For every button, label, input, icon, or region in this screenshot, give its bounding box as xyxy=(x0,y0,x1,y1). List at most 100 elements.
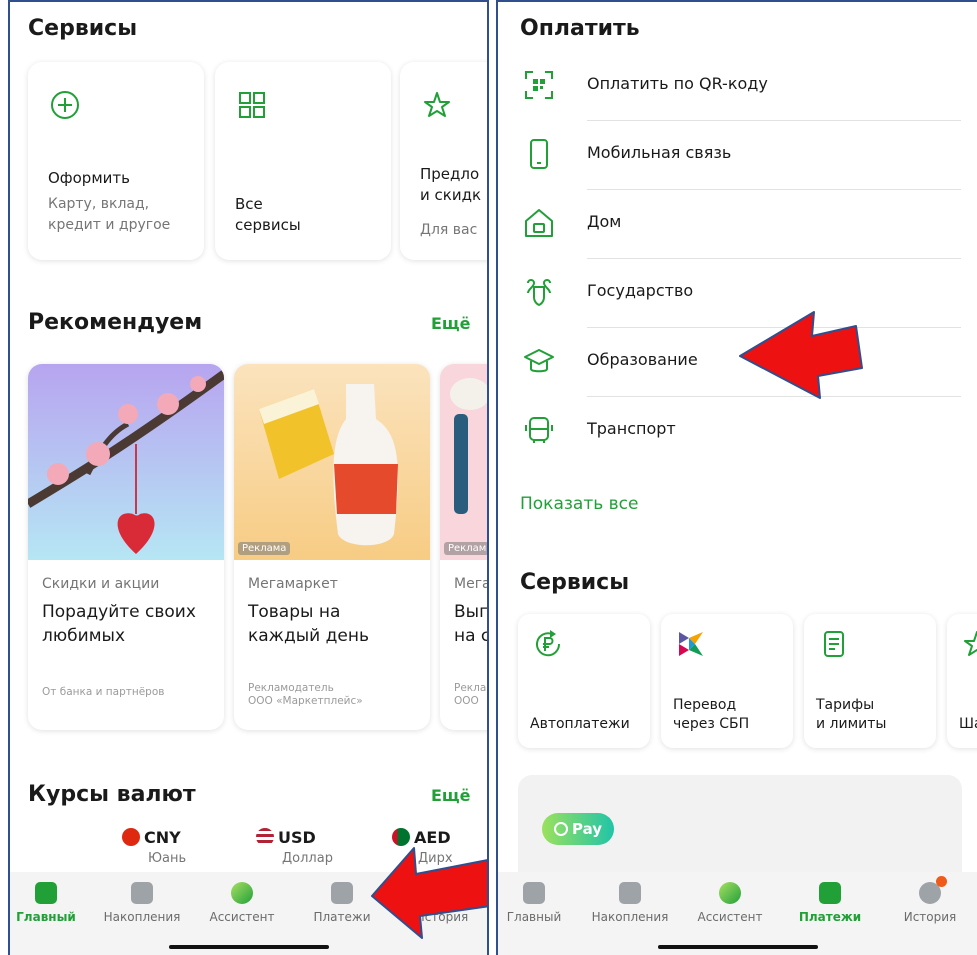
pay-row-home[interactable]: Дом xyxy=(498,190,977,259)
ad-tag: Реклама xyxy=(238,542,291,555)
ad-tag: Реклам xyxy=(444,542,487,555)
recommend-card-category: Мега xyxy=(454,576,489,592)
arrow-transfer-icon xyxy=(331,882,353,904)
recommend-card-category: Скидки и акции xyxy=(42,576,160,592)
service-card-templates[interactable]: Ша xyxy=(947,614,977,748)
recommend-card-title: Выг на с xyxy=(454,602,489,646)
recommend-card-title: Порадуйте своих любимых xyxy=(42,602,196,646)
red-arrow-annotation xyxy=(371,847,487,939)
recommend-card-footer: От банка и партнёров xyxy=(42,686,165,698)
autopay-ruble-icon xyxy=(536,630,561,657)
pay-row-label: Дом xyxy=(587,212,622,231)
nav-assistant[interactable]: Ассистент xyxy=(682,882,778,924)
service-card-apply[interactable]: Оформить Карту, вклад, кредит и другое xyxy=(28,62,204,260)
home-indicator xyxy=(657,945,818,949)
home-icon xyxy=(35,882,57,904)
home-icon xyxy=(523,882,545,904)
pay-row-mobile[interactable]: Мобильная связь xyxy=(498,121,977,190)
pay-row-label: Транспорт xyxy=(587,419,676,438)
arrow-transfer-icon xyxy=(819,882,841,904)
recommend-card-title: Товары на каждый день xyxy=(248,602,369,646)
check-circle-icon xyxy=(553,822,568,836)
pay-row-label: Образование xyxy=(587,350,698,369)
nav-payments[interactable]: Платежи xyxy=(782,882,878,924)
rates-more-link[interactable]: Ещё xyxy=(431,786,470,805)
nav-home[interactable]: Главный xyxy=(10,882,94,924)
service-card-title: Перевод через СБП xyxy=(673,697,750,732)
pay-promo-banner[interactable]: Pay xyxy=(518,775,962,885)
pay-pill-label: Pay xyxy=(571,820,603,838)
recommend-card-megamarket[interactable]: Реклама Мегамаркет Товары на каждый день… xyxy=(234,364,430,730)
currency-code: USD xyxy=(278,828,316,847)
currency-name: Доллар xyxy=(282,851,333,866)
recommend-card-footer: Рекла ООО xyxy=(454,682,487,707)
mobile-phone-icon xyxy=(530,139,548,169)
recommend-card-discounts[interactable]: Скидки и акции Порадуйте своих любимых О… xyxy=(28,364,224,730)
graduation-cap-icon xyxy=(524,349,554,373)
show-all-link[interactable]: Показать все xyxy=(520,494,638,514)
service-card-title: Автоплатежи xyxy=(530,716,630,732)
plus-circle-icon xyxy=(51,91,79,119)
service-card-title: Предло и скидк xyxy=(420,165,482,204)
currency-cny[interactable]: CNY Юань xyxy=(122,828,186,866)
red-arrow-annotation xyxy=(739,311,863,399)
milk-cheese-illustration xyxy=(234,364,430,560)
pay-row-qr[interactable]: Оплатить по QR-коду xyxy=(498,52,977,121)
nav-label: Главный xyxy=(506,910,562,924)
nav-savings[interactable]: Накопления xyxy=(582,882,678,924)
nav-label: Накопления xyxy=(591,910,669,924)
service-card-title: Тарифы и лимиты xyxy=(816,697,887,732)
recommend-card-category: Мегамаркет xyxy=(248,576,338,592)
grid-icon xyxy=(239,92,265,118)
bus-icon xyxy=(525,417,553,443)
service-card-sbp[interactable]: Перевод через СБП xyxy=(661,614,793,748)
recommend-card-mega[interactable]: Реклам Мега Выг на с Рекла ООО xyxy=(440,364,489,730)
home-indicator xyxy=(168,945,329,949)
bottom-navigation: Главный Накопления Ассистент Платежи Ист… xyxy=(498,872,977,955)
assistant-logo-icon xyxy=(231,882,253,904)
currency-usd[interactable]: USD Доллар xyxy=(256,828,333,866)
usa-flag-icon xyxy=(256,828,274,846)
nav-history[interactable]: История xyxy=(882,876,977,924)
nav-label: Платежи xyxy=(798,910,862,924)
recommend-heading: Рекомендуем xyxy=(28,310,203,335)
pay-row-label: Оплатить по QR-коду xyxy=(587,74,768,93)
service-card-tariffs[interactable]: Тарифы и лимиты xyxy=(804,614,936,748)
nav-savings[interactable]: Накопления xyxy=(94,882,190,924)
nav-label: Накопления xyxy=(103,910,181,924)
payments-screen-panel: Оплатить Оплатить по QR-коду Мобильная с… xyxy=(496,0,977,955)
service-card-subtitle: Для вас xyxy=(420,222,478,238)
main-screen-panel: Сервисы Оформить Карту, вклад, кредит и … xyxy=(8,0,489,955)
house-icon xyxy=(525,209,553,237)
document-list-icon xyxy=(824,631,844,657)
service-card-all-services[interactable]: Все сервисы xyxy=(215,62,391,260)
nav-label: Главный xyxy=(16,910,76,924)
services-heading: Сервисы xyxy=(28,16,138,41)
services-heading: Сервисы xyxy=(520,570,630,595)
china-flag-icon xyxy=(122,828,140,846)
nav-home[interactable]: Главный xyxy=(498,882,582,924)
currency-code: CNY xyxy=(144,828,181,847)
recommend-card-footer: Рекламодатель ООО «Маркетплейс» xyxy=(248,682,363,707)
blossom-heart-illustration xyxy=(28,364,224,560)
pay-pill-button[interactable]: Pay xyxy=(542,813,614,845)
pay-row-label: Государство xyxy=(587,281,694,300)
pay-row-transport[interactable]: Транспорт xyxy=(498,397,977,466)
nav-assistant[interactable]: Ассистент xyxy=(194,882,290,924)
dumbbells-illustration xyxy=(440,364,487,560)
pay-heading: Оплатить xyxy=(520,16,640,41)
bar-chart-icon xyxy=(131,882,153,904)
assistant-logo-icon xyxy=(719,882,741,904)
service-card-title: Все сервисы xyxy=(235,195,301,234)
notification-dot-icon xyxy=(936,876,947,887)
recommend-more-link[interactable]: Ещё xyxy=(431,314,470,333)
bar-chart-icon xyxy=(619,882,641,904)
nav-label: История xyxy=(903,910,957,924)
service-card-autopay[interactable]: Автоплатежи xyxy=(518,614,650,748)
nav-label: Ассистент xyxy=(697,910,763,924)
service-card-title: Ша xyxy=(959,716,977,732)
service-card-offers[interactable]: Предло и скидк Для вас xyxy=(400,62,487,260)
currency-name: Юань xyxy=(148,851,187,866)
coat-of-arms-icon xyxy=(527,279,551,307)
rates-heading: Курсы валют xyxy=(28,782,196,807)
